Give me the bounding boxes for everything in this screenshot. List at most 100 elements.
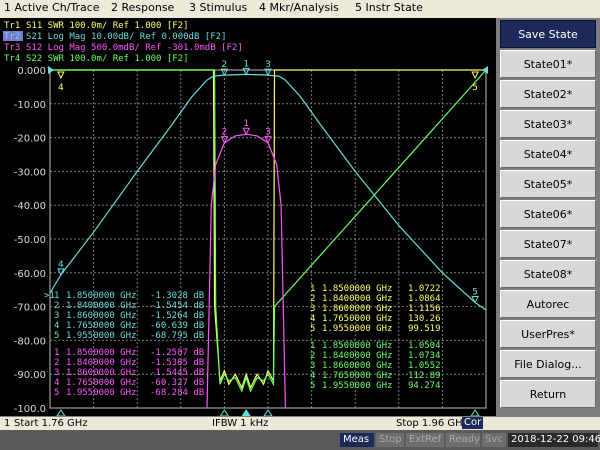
marker-row-s22-n: 5 bbox=[310, 381, 315, 391]
marker-row-s12-freq: 1.9550000 GHz bbox=[66, 388, 136, 398]
marker-row-s22-value: 1.0734 bbox=[408, 351, 441, 361]
marker-row-s12-freq: 1.7650000 GHz bbox=[66, 378, 136, 388]
marker-row-s11-freq: 1.8500000 GHz bbox=[322, 284, 392, 294]
marker-row-s11-value: 1.0864 bbox=[408, 294, 441, 304]
correction-badge: Cor bbox=[462, 417, 484, 429]
trace-setting-tr4: S22 SWR 100.0m/ Ref 1.000 [F2] bbox=[26, 54, 189, 64]
marker-row-s21-freq: 1.8500000 GHz bbox=[66, 291, 136, 301]
marker-s12-label-3: 3 bbox=[265, 128, 271, 138]
menu-bar: 1 Active Ch/Trace 2 Response 3 Stimulus … bbox=[0, 0, 600, 19]
marker-row-s11-freq: 1.7650000 GHz bbox=[322, 314, 392, 324]
status-ready: Ready bbox=[446, 433, 480, 447]
marker-row-s11-value: 1.0722 bbox=[408, 284, 441, 294]
start-frequency[interactable]: Start 1.76 GHz bbox=[14, 418, 88, 429]
trace-setting-tr3: S12 Log Mag 500.0mdB/ Ref -301.0mdB [F2] bbox=[26, 43, 243, 53]
marker-row-s22-freq: 1.8600000 GHz bbox=[322, 361, 392, 371]
softkey-state06[interactable]: State06* bbox=[500, 200, 596, 228]
measurement-plot[interactable]: 0.000 -10.00 -20.00 -30.00 -40.00 -50.00 -60.0… bbox=[0, 18, 496, 416]
softkey-state04[interactable]: State04* bbox=[500, 140, 596, 168]
menu-stimulus[interactable]: 3 Stimulus bbox=[189, 1, 247, 14]
softkey-return[interactable]: Return bbox=[500, 380, 596, 408]
trace-label-tr1: Tr1 bbox=[4, 21, 20, 31]
marker-s12-label-2: 2 bbox=[222, 128, 228, 138]
marker-s11-5 bbox=[471, 71, 479, 80]
marker-row-s21-value: -1.3028 dB bbox=[150, 291, 204, 301]
status-datetime: 2018-12-22 09:46 bbox=[508, 433, 600, 447]
y-tick-label: -10.00 bbox=[14, 100, 46, 111]
softkey-autorec[interactable]: Autorec bbox=[500, 290, 596, 318]
marker-row-s22-n: 1 bbox=[310, 341, 315, 351]
menu-response[interactable]: 2 Response bbox=[111, 1, 174, 14]
stop-frequency[interactable]: Stop 1.96 GHz bbox=[396, 418, 468, 429]
y-tick-label: -90.00 bbox=[14, 370, 46, 381]
marker-s21-label-2: 2 bbox=[222, 60, 228, 70]
marker-row-s12-value: -1.5385 dB bbox=[150, 358, 204, 368]
softkey-save-state-title: Save State bbox=[500, 20, 596, 48]
status-meas: Meas bbox=[340, 433, 374, 447]
status-stop: Stop bbox=[376, 433, 404, 447]
status-extref: ExtRef bbox=[406, 433, 444, 447]
marker-s12-label-1: 1 bbox=[243, 119, 249, 129]
marker-row-s21-freq: 1.8400000 GHz bbox=[66, 301, 136, 311]
marker-row-s21-n: 2 bbox=[54, 301, 59, 311]
marker-s21-label-1: 1 bbox=[243, 59, 249, 69]
marker-row-s12-value: -68.284 dB bbox=[150, 388, 204, 398]
menu-active-ch-trace[interactable]: 1 Active Ch/Trace bbox=[4, 1, 100, 14]
marker-row-s21-value: -1.5264 dB bbox=[150, 311, 204, 321]
plot-canvas: 0.000 -10.00 -20.00 -30.00 -40.00 -50.00 -60.0… bbox=[3, 21, 488, 416]
marker-row-s21-value: -1.5454 dB bbox=[150, 301, 204, 311]
softkey-state08[interactable]: State08* bbox=[500, 260, 596, 288]
ifbw-setting[interactable]: IFBW 1 kHz bbox=[212, 418, 268, 429]
y-tick-label: -70.00 bbox=[14, 303, 46, 314]
marker-row-s22-n: 4 bbox=[310, 371, 315, 381]
marker-s11-label-5: 5 bbox=[472, 83, 478, 93]
marker-row-s22-freq: 1.7650000 GHz bbox=[322, 371, 392, 381]
y-tick-label: -30.00 bbox=[14, 167, 46, 178]
marker-row-s11-n: 4 bbox=[310, 314, 315, 324]
softkey-userpres[interactable]: UserPres* bbox=[500, 320, 596, 348]
marker-row-s11-n: 1 bbox=[310, 284, 315, 294]
marker-row-s11-freq: 1.8400000 GHz bbox=[322, 294, 392, 304]
marker-row-s22-value: 1.0504 bbox=[408, 341, 441, 351]
marker-row-s12-freq: 1.8500000 GHz bbox=[66, 348, 136, 358]
marker-row-s21-freq: 1.9550000 GHz bbox=[66, 331, 136, 341]
marker-row-s21-freq: 1.8600000 GHz bbox=[66, 311, 136, 321]
marker-s11-label-4: 4 bbox=[58, 83, 64, 93]
marker-row-s11-n: 5 bbox=[310, 324, 315, 334]
menu-instr-state[interactable]: 5 Instr State bbox=[355, 1, 423, 14]
marker-row-s12-n: 5 bbox=[54, 388, 59, 398]
y-tick-label: -80.00 bbox=[14, 336, 46, 347]
softkey-panel: Save State State01* State02* State03* St… bbox=[496, 18, 600, 416]
marker-row-s12-n: 1 bbox=[54, 348, 59, 358]
marker-row-s21-n: 1 bbox=[54, 291, 59, 301]
menu-mkr-analysis[interactable]: 4 Mkr/Analysis bbox=[259, 1, 339, 14]
channel-number: 1 bbox=[4, 418, 11, 429]
marker-row-s11-freq: 1.8600000 GHz bbox=[322, 304, 392, 314]
softkey-state03[interactable]: State03* bbox=[500, 110, 596, 138]
marker-row-s22-freq: 1.9550000 GHz bbox=[322, 381, 392, 391]
marker-s21-label-4: 4 bbox=[58, 260, 64, 270]
marker-s11-4 bbox=[57, 71, 65, 80]
softkey-state02[interactable]: State02* bbox=[500, 80, 596, 108]
reference-arrow-left bbox=[48, 66, 54, 74]
marker-row-s22-freq: 1.8400000 GHz bbox=[322, 351, 392, 361]
marker-row-s22-n: 2 bbox=[310, 351, 315, 361]
softkey-state07[interactable]: State07* bbox=[500, 230, 596, 258]
softkey-state05[interactable]: State05* bbox=[500, 170, 596, 198]
marker-row-s12-freq: 1.8600000 GHz bbox=[66, 368, 136, 378]
marker-row-s21-n: 4 bbox=[54, 321, 59, 331]
marker-row-s22-value: 94.274 bbox=[408, 381, 441, 391]
marker-row-s12-n: 3 bbox=[54, 368, 59, 378]
marker-row-s11-value: 1.1156 bbox=[408, 304, 441, 314]
marker-row-s11-freq: 1.9550000 GHz bbox=[322, 324, 392, 334]
marker-row-s11-value: 130.26 bbox=[408, 314, 441, 324]
marker-row-s12-value: -60.327 dB bbox=[150, 378, 204, 388]
status-svc: Svc bbox=[482, 433, 506, 447]
y-tick-label: -40.00 bbox=[14, 201, 46, 212]
marker-row-s21-n: 3 bbox=[54, 311, 59, 321]
softkey-file-dialog[interactable]: File Dialog... bbox=[500, 350, 596, 378]
softkey-state01[interactable]: State01* bbox=[500, 50, 596, 78]
status-bar: Meas Stop ExtRef Ready Svc 2018-12-22 09… bbox=[0, 430, 600, 450]
trace-setting-tr2: S21 Log Mag 10.00dB/ Ref 0.000dB [F2] bbox=[26, 32, 226, 42]
marker-row-s11-n: 3 bbox=[310, 304, 315, 314]
